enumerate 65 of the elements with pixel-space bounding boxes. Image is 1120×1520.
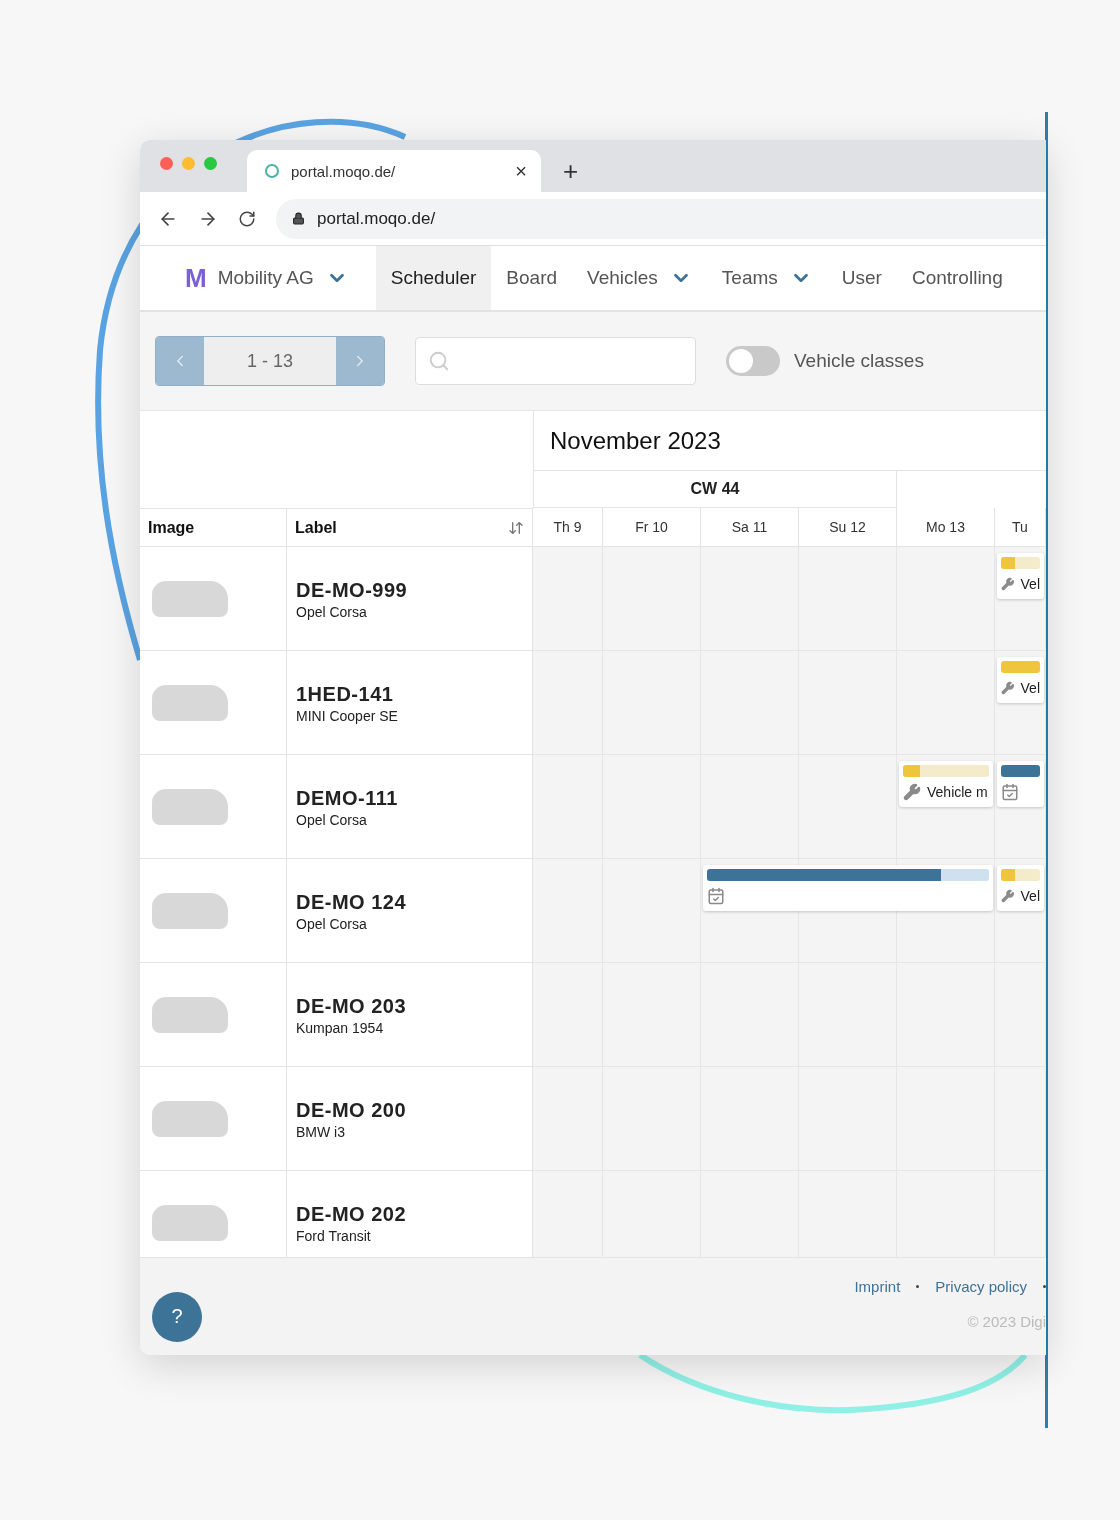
event-label: Vel [1020,576,1040,592]
new-tab-button[interactable]: + [563,158,579,184]
progress-bar [1001,661,1040,673]
event-card[interactable]: Vel [997,553,1044,599]
reload-icon[interactable] [238,209,256,228]
nav-tab[interactable]: Scheduler [375,246,492,310]
toggle-label: Vehicle classes [794,350,924,372]
nav-tab[interactable]: Teams [706,246,827,310]
sort-icon[interactable] [508,519,524,536]
url-text: portal.moqo.de/ [317,208,436,229]
column-header: Label [295,518,337,537]
event-card[interactable]: Vel [997,657,1044,703]
nav-tab[interactable]: Vehicles [572,246,707,310]
wrench-icon [1001,575,1015,593]
wrench-icon [1001,679,1015,697]
event-card[interactable]: Vehicle m [899,761,993,807]
license-plate: DE-MO-999 [296,579,409,602]
tab-title: portal.moqo.de/ [291,162,397,180]
close-window-icon[interactable] [160,156,173,170]
logo[interactable]: M [185,262,206,294]
progress-bar [1001,557,1040,569]
event-label: Vel [1020,680,1040,696]
vehicle-model: Opel Corsa [296,916,368,932]
copyright-text: © 2023 Digi [967,1312,1046,1330]
vehicle-model: Opel Corsa [296,812,368,828]
organization-name[interactable]: Mobility AG [217,267,314,289]
license-plate: 1HED-141 [296,683,395,706]
favicon-icon [265,164,279,178]
license-plate: DEMO-111 [296,787,399,810]
event-card[interactable] [997,761,1044,807]
address-bar[interactable]: portal.moqo.de/ [276,198,1046,239]
wrench-icon [1001,887,1015,905]
calendar-icon [1001,783,1019,801]
toggle-switch[interactable] [726,346,780,376]
event-card[interactable]: Vel [997,865,1044,911]
event-label: Vel [1020,888,1040,904]
footer-link[interactable]: Privacy policy [935,1277,1027,1295]
license-plate: DE-MO 124 [296,891,408,914]
page-range: 1 - 13 [204,337,336,385]
progress-bar [1001,765,1040,777]
nav-tab[interactable]: Board [491,246,573,310]
browser-tab[interactable]: portal.moqo.de/ × [247,150,541,192]
lock-icon [292,212,305,225]
month-title: November 2023 [533,411,1046,471]
vehicle-model: Opel Corsa [296,604,368,620]
license-plate: DE-MO 203 [296,995,408,1018]
event-label: Vehicle m [927,784,988,800]
help-button[interactable]: ? [152,1291,202,1342]
vehicle-model: Ford Transit [296,1228,372,1244]
wrench-icon [903,783,921,801]
license-plate: DE-MO 200 [296,1099,408,1122]
vehicle-model: MINI Cooper SE [296,708,399,724]
event-card[interactable] [703,865,993,911]
nav-tab[interactable]: User [826,246,897,310]
license-plate: DE-MO 202 [296,1203,408,1226]
vehicle-model: Kumpan 1954 [296,1020,385,1036]
footer-link[interactable]: Imprint [854,1277,901,1295]
calendar-icon [707,887,725,905]
search-field[interactable] [415,337,696,385]
progress-bar [1001,869,1040,881]
vehicle-model: BMW i3 [296,1124,346,1140]
search-icon [428,350,450,372]
close-tab-button[interactable]: × [515,161,527,181]
nav-tab[interactable]: Controlling [896,246,1018,310]
week-header: CW 44 [533,471,897,508]
